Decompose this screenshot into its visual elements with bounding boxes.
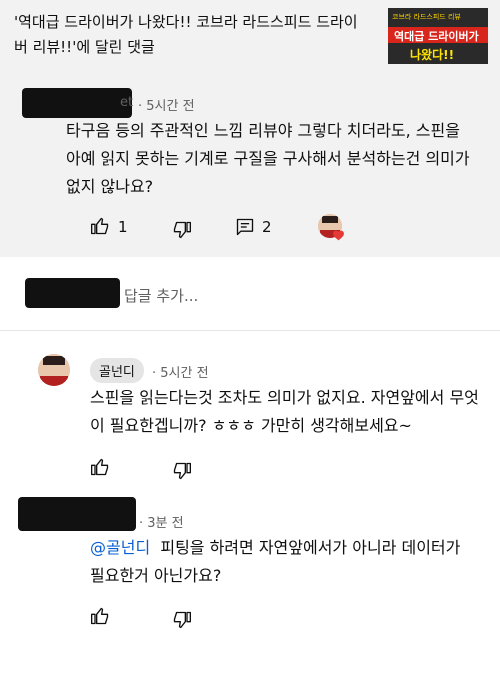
reply-author-avatar[interactable] [38, 354, 70, 386]
comment-author-suffix[interactable]: et [120, 95, 133, 110]
thumbnail-caption-top: 코브라 라드스피드 리뷰 [392, 13, 461, 21]
reply-comment-icon[interactable] [235, 217, 255, 237]
thumbnail-caption-bottom: 나왔다!! [410, 48, 455, 62]
video-header[interactable]: '역대급 드라이버가 나왔다!! 코브라 라드스피드 드라이버 리뷰!!'에 달… [0, 0, 500, 75]
reply-author-badge[interactable]: 골넌디 [90, 358, 144, 383]
thumbs-down-icon[interactable] [172, 220, 192, 240]
redacted-avatar-and-name [18, 497, 136, 531]
comment-text: 타구음 등의 주관적인 느낌 리뷰야 그렇다 치더라도, 스핀을 아예 읽지 못… [66, 121, 470, 196]
reply-text: @골넌디 피팅을 하려면 자연앞에서가 아니라 데이터가 필요한거 아닌가요? [90, 534, 480, 590]
thumbnail-caption-band: 역대급 드라이버가 [394, 30, 479, 43]
redacted-avatar-and-name [22, 88, 132, 118]
video-title[interactable]: '역대급 드라이버가 나왔다!! 코브라 라드스피드 드라이버 리뷰!!'에 달… [14, 10, 364, 60]
reply-mention[interactable]: @골넌디 [90, 538, 150, 557]
reply-time[interactable]: · 3분 전 [139, 512, 184, 531]
like-count: 1 [118, 218, 128, 236]
reply-input-placeholder[interactable]: 답글 추가... [124, 285, 198, 306]
thumbs-down-icon[interactable] [172, 461, 192, 481]
thumbs-up-icon[interactable] [90, 606, 110, 626]
divider [0, 330, 500, 331]
thumbs-up-icon[interactable] [90, 216, 110, 236]
thumbs-down-icon[interactable] [172, 610, 192, 630]
redacted-user-avatar [25, 278, 120, 308]
reply-text: 스핀을 읽는다는것 조차도 의미가 없지요. 자연앞에서 무엇이 필요한겝니까?… [90, 388, 479, 435]
thumbs-up-icon[interactable] [90, 457, 110, 477]
comment-time[interactable]: · 5시간 전 [138, 95, 195, 114]
heart-icon [333, 230, 344, 241]
reply-count: 2 [262, 218, 272, 236]
video-thumbnail[interactable]: 코브라 라드스피드 리뷰 역대급 드라이버가 나왔다!! [388, 8, 488, 64]
reply-time[interactable]: · 5시간 전 [152, 362, 209, 381]
